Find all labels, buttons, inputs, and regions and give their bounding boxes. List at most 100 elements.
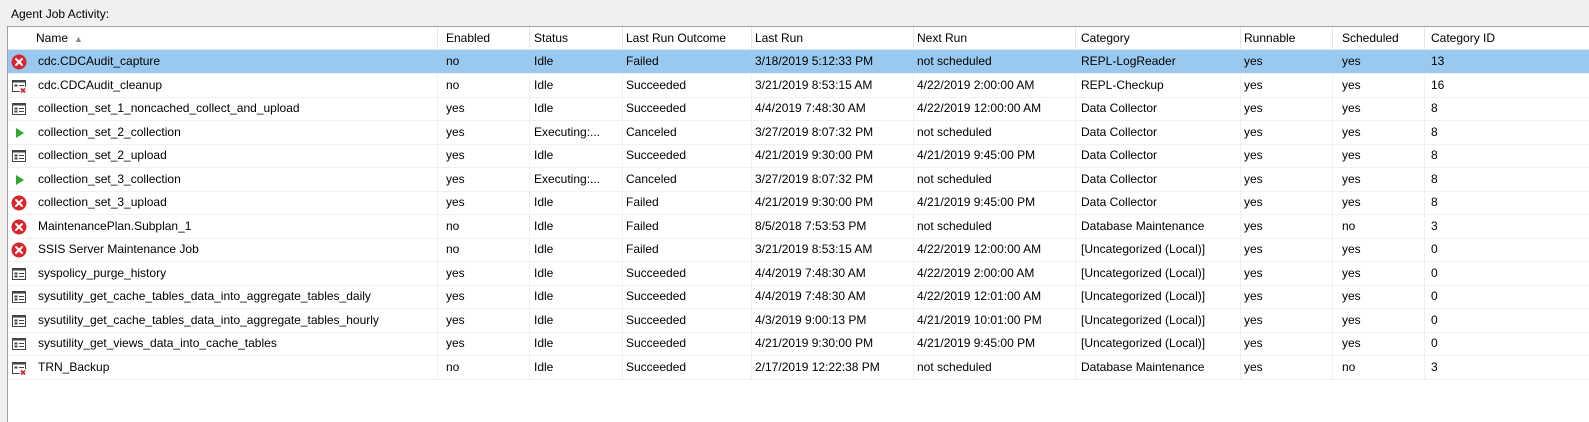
table-row[interactable]: sysutility_get_cache_tables_data_into_ag…: [8, 285, 1589, 309]
sort-ascending-icon: ▲: [74, 34, 83, 44]
cell-scheduled: yes: [1333, 50, 1425, 73]
cell-outcome: Failed: [623, 238, 752, 261]
cell-lastrun: 2/17/2019 12:22:38 PM: [752, 355, 914, 379]
cell-outcome: Succeeded: [623, 261, 752, 285]
cell-scheduled: yes: [1333, 261, 1425, 285]
cell-lastrun: 4/21/2019 9:30:00 PM: [752, 191, 914, 214]
cell-outcome: Succeeded: [623, 285, 752, 308]
job-name: collection_set_3_collection: [38, 171, 181, 186]
column-header-last-run[interactable]: Last Run: [752, 27, 914, 49]
cell-scheduled: yes: [1333, 167, 1425, 191]
cell-enabled: no: [438, 238, 530, 261]
column-header-last-run-outcome[interactable]: Last Run Outcome: [623, 27, 752, 49]
cell-name: SSIS Server Maintenance Job: [8, 238, 438, 261]
column-header-enabled[interactable]: Enabled: [438, 27, 530, 49]
table-row[interactable]: TRN_Backup no Idle Succeeded 2/17/2019 12:22…: [8, 355, 1589, 380]
cell-runnable: yes: [1241, 261, 1333, 285]
cell-catid: 3: [1425, 356, 1589, 379]
job-name: MaintenancePlan.Subplan_1: [38, 218, 192, 233]
column-header-runnable[interactable]: Runnable: [1241, 27, 1333, 49]
job-icon: [11, 266, 27, 282]
cell-runnable: yes: [1241, 214, 1333, 238]
column-header-name-label: Name: [36, 31, 69, 45]
cell-catid: 3: [1425, 215, 1589, 238]
cell-enabled: yes: [438, 308, 530, 332]
cell-scheduled: yes: [1333, 308, 1425, 332]
cell-enabled: yes: [438, 144, 530, 167]
cell-category: Database Maintenance: [1076, 214, 1241, 238]
cell-enabled: no: [438, 50, 530, 73]
job-icon: [11, 148, 27, 164]
cell-lastrun: 4/4/2019 7:48:30 AM: [752, 97, 914, 120]
cell-lastrun: 3/27/2019 8:07:32 PM: [752, 167, 914, 191]
column-header-scheduled[interactable]: Scheduled: [1333, 27, 1425, 49]
cell-catid: 16: [1425, 74, 1589, 97]
job-name: sysutility_get_views_data_into_cache_tab…: [38, 336, 277, 350]
cell-enabled: yes: [438, 191, 530, 214]
cell-enabled: yes: [438, 332, 530, 355]
job-name: collection_set_2_upload: [38, 148, 167, 162]
table-row[interactable]: collection_set_1_noncached_collect_and_u…: [8, 97, 1589, 121]
column-header-category-id[interactable]: Category ID: [1425, 27, 1589, 49]
cell-status: Idle: [530, 73, 623, 97]
column-header-status[interactable]: Status: [530, 27, 623, 49]
table-row[interactable]: sysutility_get_cache_tables_data_into_ag…: [8, 308, 1589, 333]
job-disabled-icon: [11, 360, 27, 376]
table-row[interactable]: collection_set_2_collection yes Executing:…: [8, 120, 1589, 145]
cell-runnable: yes: [1241, 120, 1333, 144]
cell-enabled: yes: [438, 285, 530, 308]
table-row[interactable]: collection_set_3_collection yes Executing:…: [8, 167, 1589, 192]
cell-lastrun: 4/21/2019 9:30:00 PM: [752, 144, 914, 167]
cell-runnable: yes: [1241, 285, 1333, 308]
cell-name: cdc.CDCAudit_capture: [8, 50, 438, 73]
cell-category: Data Collector: [1076, 97, 1241, 120]
cell-outcome: Failed: [623, 214, 752, 238]
cell-catid: 0: [1425, 332, 1589, 355]
table-row[interactable]: MaintenancePlan.Subplan_1 no Idle Failed 8/5…: [8, 214, 1589, 239]
table-row[interactable]: cdc.CDCAudit_capture no Idle Failed 3/18/201…: [8, 50, 1589, 74]
cell-status: Idle: [530, 355, 623, 379]
cell-lastrun: 3/27/2019 8:07:32 PM: [752, 120, 914, 144]
cell-status: Idle: [530, 214, 623, 238]
cell-category: [Uncategorized (Local)]: [1076, 261, 1241, 285]
column-header-next-run[interactable]: Next Run: [914, 27, 1076, 49]
job-activity-grid[interactable]: Name ▲ Enabled Status Last Run Outcome La…: [7, 26, 1589, 422]
cell-scheduled: yes: [1333, 238, 1425, 261]
job-name: collection_set_1_noncached_collect_and_u…: [38, 101, 300, 115]
cell-category: Database Maintenance: [1076, 355, 1241, 379]
cell-nextrun: not scheduled: [914, 167, 1076, 191]
cell-nextrun: 4/22/2019 12:01:00 AM: [914, 285, 1076, 308]
table-row[interactable]: syspolicy_purge_history yes Idle Succeeded 4…: [8, 261, 1589, 286]
job-name: cdc.CDCAudit_cleanup: [38, 77, 163, 92]
cell-enabled: yes: [438, 120, 530, 144]
table-row[interactable]: cdc.CDCAudit_cleanup no Idle Succeeded 3/21/…: [8, 73, 1589, 98]
failed-icon: [11, 195, 27, 211]
cell-name: collection_set_2_collection: [8, 120, 438, 144]
cell-runnable: yes: [1241, 97, 1333, 120]
cell-outcome: Succeeded: [623, 332, 752, 355]
cell-outcome: Succeeded: [623, 355, 752, 379]
cell-runnable: yes: [1241, 308, 1333, 332]
cell-category: Data Collector: [1076, 167, 1241, 191]
cell-outcome: Failed: [623, 191, 752, 214]
cell-catid: 8: [1425, 97, 1589, 120]
table-row[interactable]: collection_set_2_upload yes Idle Succeeded 4…: [8, 144, 1589, 168]
cell-status: Idle: [530, 191, 623, 214]
job-name: collection_set_2_collection: [38, 124, 181, 139]
cell-lastrun: 3/21/2019 8:53:15 AM: [752, 73, 914, 97]
cell-enabled: yes: [438, 97, 530, 120]
cell-category: [Uncategorized (Local)]: [1076, 308, 1241, 332]
cell-category: [Uncategorized (Local)]: [1076, 332, 1241, 355]
column-header-name[interactable]: Name ▲: [8, 27, 438, 49]
cell-lastrun: 4/3/2019 9:00:13 PM: [752, 308, 914, 332]
table-row[interactable]: SSIS Server Maintenance Job no Idle Failed 3…: [8, 238, 1589, 262]
cell-scheduled: no: [1333, 214, 1425, 238]
table-row[interactable]: collection_set_3_upload yes Idle Failed 4/21…: [8, 191, 1589, 215]
cell-enabled: no: [438, 214, 530, 238]
cell-runnable: yes: [1241, 50, 1333, 73]
cell-name: collection_set_3_collection: [8, 167, 438, 191]
table-row[interactable]: sysutility_get_views_data_into_cache_tab…: [8, 332, 1589, 356]
column-header-category[interactable]: Category: [1076, 27, 1241, 49]
cell-name: MaintenancePlan.Subplan_1: [8, 214, 438, 238]
cell-lastrun: 3/18/2019 5:12:33 PM: [752, 50, 914, 73]
